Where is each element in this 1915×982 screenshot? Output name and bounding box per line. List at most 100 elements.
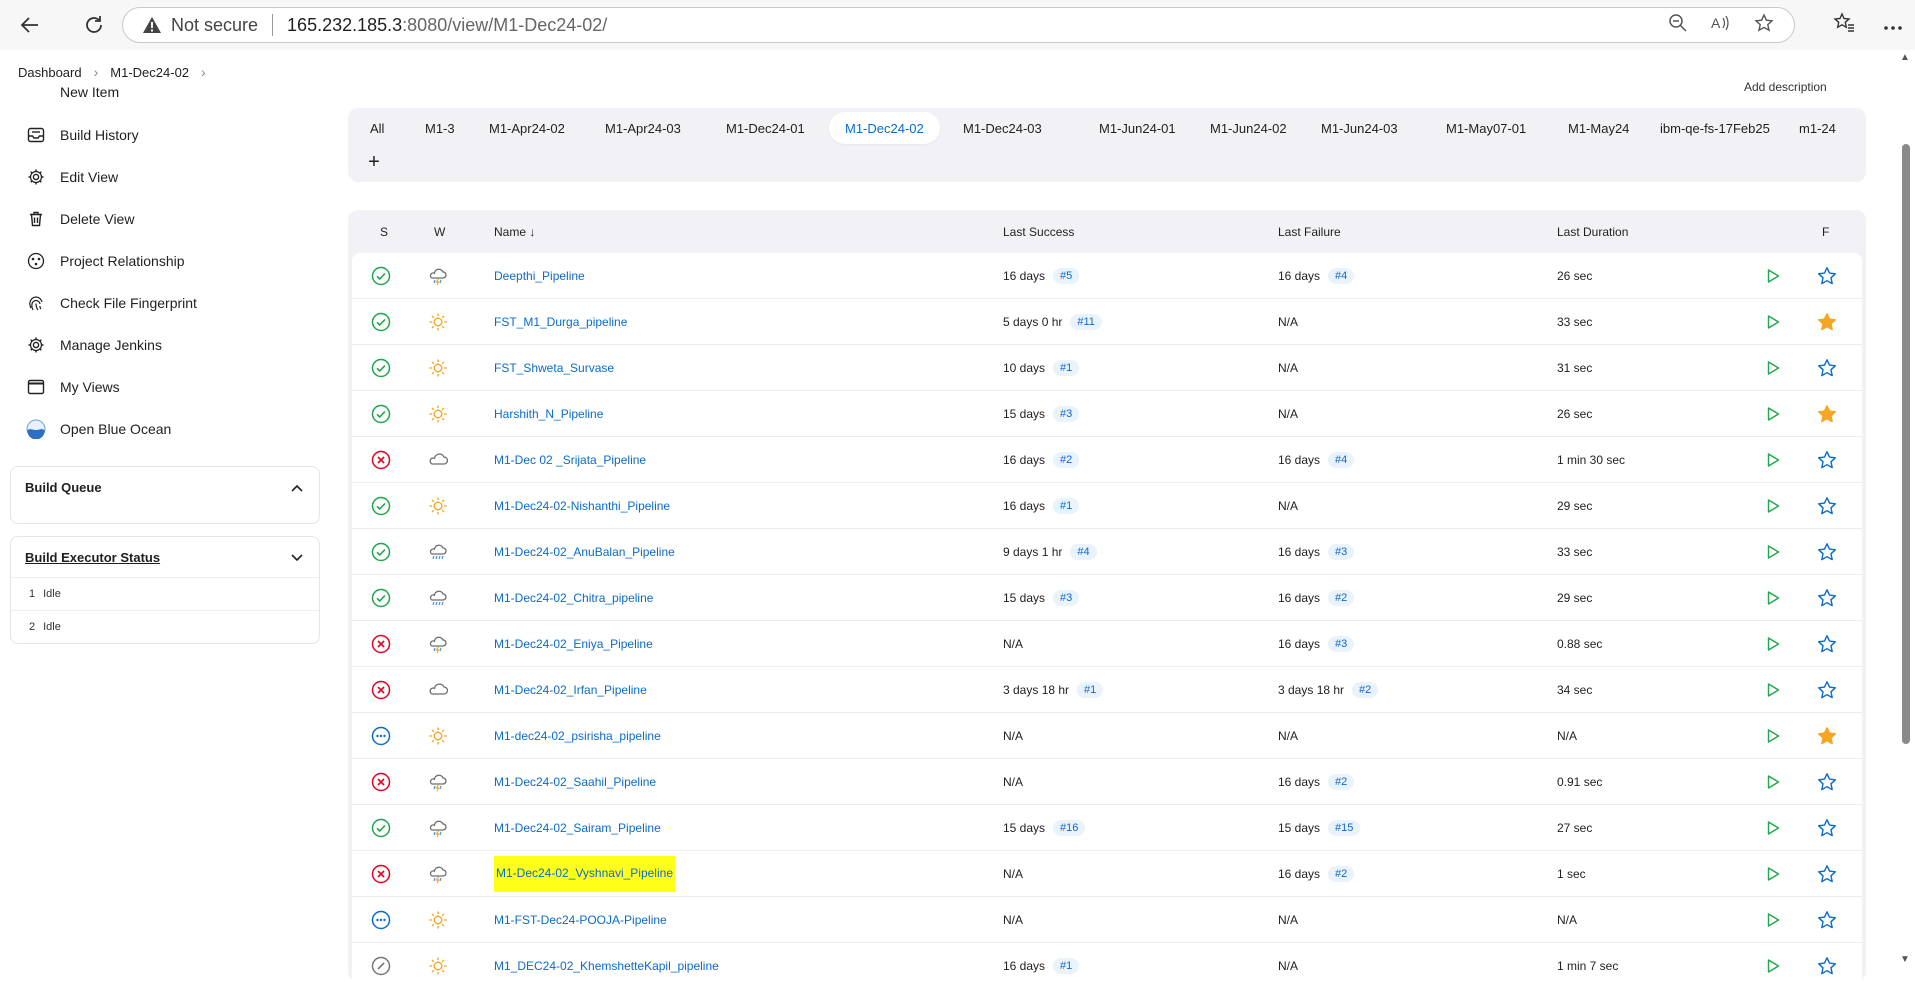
page-scrollbar[interactable]: ▲ ▼ bbox=[1899, 52, 1911, 980]
sidebar-item-edit-view[interactable]: Edit View bbox=[10, 156, 320, 198]
weather-sunny-icon[interactable] bbox=[427, 713, 449, 759]
job-link[interactable]: Deepthi_Pipeline bbox=[494, 269, 585, 283]
header-status[interactable]: S bbox=[380, 225, 388, 239]
reload-button[interactable] bbox=[74, 5, 114, 45]
job-link[interactable]: M1-Dec24-02_Sairam_Pipeline bbox=[494, 821, 661, 835]
last-success-build-link[interactable]: #3 bbox=[1053, 406, 1080, 422]
job-link[interactable]: M1-Dec24-02-Nishanthi_Pipeline bbox=[494, 499, 670, 513]
not-secure-label[interactable]: Not secure bbox=[171, 15, 258, 36]
status-failure-icon[interactable] bbox=[370, 759, 392, 805]
star-outline-icon[interactable] bbox=[1816, 483, 1838, 529]
last-success-build-link[interactable]: #5 bbox=[1053, 268, 1080, 284]
weather-cloudy-icon[interactable] bbox=[427, 667, 449, 713]
weather-sunny-icon[interactable] bbox=[427, 345, 449, 391]
job-link[interactable]: M1_DEC24-02_KhemshetteKapil_pipeline bbox=[494, 959, 719, 973]
star-outline-icon[interactable] bbox=[1816, 851, 1838, 897]
weather-rain-icon[interactable] bbox=[427, 575, 449, 621]
job-link[interactable]: M1-Dec24-02_Chitra_pipeline bbox=[494, 591, 653, 605]
job-link[interactable]: M1-Dec 02 _Srijata_Pipeline bbox=[494, 453, 646, 467]
add-description-link[interactable]: Add description bbox=[1744, 80, 1827, 94]
weather-rain-icon[interactable] bbox=[427, 529, 449, 575]
tab-m1-dec24-03[interactable]: M1-Dec24-03 bbox=[947, 112, 1058, 144]
weather-cloudy-icon[interactable] bbox=[427, 437, 449, 483]
tab-m1-3[interactable]: M1-3 bbox=[409, 112, 471, 144]
tab-m1-apr24-02[interactable]: M1-Apr24-02 bbox=[473, 112, 581, 144]
status-failure-icon[interactable] bbox=[370, 851, 392, 897]
status-aborted-icon[interactable] bbox=[370, 943, 392, 982]
tab-ibm-qe-fs-17feb25[interactable]: ibm-qe-fs-17Feb25 bbox=[1644, 112, 1786, 144]
sidebar-item-build-history[interactable]: Build History bbox=[10, 114, 320, 156]
tab-all[interactable]: All bbox=[354, 112, 400, 144]
star-outline-icon[interactable] bbox=[1816, 437, 1838, 483]
star-outline-icon[interactable] bbox=[1816, 805, 1838, 851]
last-failure-build-link[interactable]: #2 bbox=[1328, 866, 1355, 882]
last-success-build-link[interactable]: #1 bbox=[1053, 958, 1080, 974]
play-icon[interactable] bbox=[1762, 575, 1784, 621]
weather-sunny-icon[interactable] bbox=[427, 897, 449, 943]
sidebar-item-check-file-fingerprint[interactable]: Check File Fingerprint bbox=[10, 282, 320, 324]
build-executor-header[interactable]: Build Executor Status bbox=[11, 537, 319, 577]
weather-storm-icon[interactable] bbox=[427, 759, 449, 805]
star-outline-icon[interactable] bbox=[1816, 897, 1838, 943]
sidebar-item-project-relationship[interactable]: Project Relationship bbox=[10, 240, 320, 282]
tab-m1-jun24-01[interactable]: M1-Jun24-01 bbox=[1083, 112, 1192, 144]
job-link[interactable]: M1-Dec24-02_Vyshnavi_Pipeline bbox=[494, 856, 675, 892]
build-executor-title[interactable]: Build Executor Status bbox=[25, 550, 160, 565]
star-filled-icon[interactable] bbox=[1816, 299, 1838, 345]
address-bar[interactable]: Not secure 165.232.185.3:8080/view/M1-De… bbox=[122, 7, 1795, 43]
favorites-icon[interactable] bbox=[1833, 12, 1855, 38]
tab-m1-jun24-02[interactable]: M1-Jun24-02 bbox=[1194, 112, 1303, 144]
last-failure-build-link[interactable]: #2 bbox=[1328, 774, 1355, 790]
chevron-right-icon[interactable]: › bbox=[195, 64, 212, 80]
weather-sunny-icon[interactable] bbox=[427, 299, 449, 345]
tab-m1-apr24-03[interactable]: M1-Apr24-03 bbox=[589, 112, 697, 144]
last-success-build-link[interactable]: #2 bbox=[1053, 452, 1080, 468]
last-success-build-link[interactable]: #1 bbox=[1053, 498, 1080, 514]
play-icon[interactable] bbox=[1762, 713, 1784, 759]
star-outline-icon[interactable] bbox=[1816, 575, 1838, 621]
status-success-icon[interactable] bbox=[370, 805, 392, 851]
play-icon[interactable] bbox=[1762, 759, 1784, 805]
more-menu-icon[interactable] bbox=[1883, 14, 1903, 37]
last-success-build-link[interactable]: #11 bbox=[1070, 314, 1102, 330]
chevron-down-icon[interactable] bbox=[291, 550, 303, 565]
last-failure-build-link[interactable]: #4 bbox=[1328, 268, 1355, 284]
job-link[interactable]: M1-Dec24-02_Eniya_Pipeline bbox=[494, 637, 653, 651]
star-outline-icon[interactable] bbox=[1816, 345, 1838, 391]
sidebar-item-delete-view[interactable]: Delete View bbox=[10, 198, 320, 240]
job-link[interactable]: M1-dec24-02_psirisha_pipeline bbox=[494, 729, 661, 743]
zoom-out-icon[interactable] bbox=[1668, 13, 1688, 38]
job-link[interactable]: M1-Dec24-02_AnuBalan_Pipeline bbox=[494, 545, 675, 559]
tab-m1-jun24-03[interactable]: M1-Jun24-03 bbox=[1305, 112, 1414, 144]
chevron-up-icon[interactable] bbox=[291, 480, 303, 495]
last-failure-build-link[interactable]: #3 bbox=[1328, 636, 1355, 652]
last-success-build-link[interactable]: #1 bbox=[1077, 682, 1104, 698]
status-success-icon[interactable] bbox=[370, 529, 392, 575]
breadcrumb-dashboard[interactable]: Dashboard bbox=[12, 65, 88, 80]
tab-m1-may24[interactable]: M1-May24 bbox=[1552, 112, 1645, 144]
play-icon[interactable] bbox=[1762, 299, 1784, 345]
tab-m1-may07-01[interactable]: M1-May07-01 bbox=[1430, 112, 1542, 144]
weather-sunny-icon[interactable] bbox=[427, 483, 449, 529]
add-view-button[interactable]: + bbox=[362, 150, 386, 174]
sidebar-item-my-views[interactable]: My Views bbox=[10, 366, 320, 408]
weather-storm-icon[interactable] bbox=[427, 851, 449, 897]
status-failure-icon[interactable] bbox=[370, 437, 392, 483]
job-link[interactable]: M1-FST-Dec24-POOJA-Pipeline bbox=[494, 913, 667, 927]
star-outline-icon[interactable] bbox=[1816, 529, 1838, 575]
play-icon[interactable] bbox=[1762, 391, 1784, 437]
sidebar-item-manage-jenkins[interactable]: Manage Jenkins bbox=[10, 324, 320, 366]
job-link[interactable]: M1-Dec24-02_Saahil_Pipeline bbox=[494, 775, 656, 789]
star-outline-icon[interactable] bbox=[1816, 253, 1838, 299]
play-icon[interactable] bbox=[1762, 897, 1784, 943]
last-success-build-link[interactable]: #1 bbox=[1053, 360, 1080, 376]
status-failure-icon[interactable] bbox=[370, 621, 392, 667]
last-success-build-link[interactable]: #3 bbox=[1053, 590, 1080, 606]
star-filled-icon[interactable] bbox=[1816, 391, 1838, 437]
status-success-icon[interactable] bbox=[370, 345, 392, 391]
header-favorite[interactable]: F bbox=[1822, 225, 1829, 239]
last-success-build-link[interactable]: #4 bbox=[1070, 544, 1097, 560]
build-queue-header[interactable]: Build Queue bbox=[11, 467, 319, 507]
header-weather[interactable]: W bbox=[434, 225, 445, 239]
last-failure-build-link[interactable]: #2 bbox=[1352, 682, 1379, 698]
